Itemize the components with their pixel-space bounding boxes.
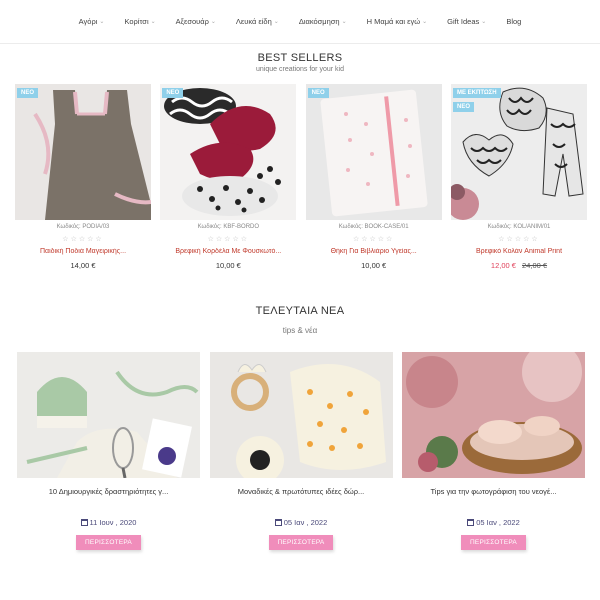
chevron-down-icon: ⌄: [422, 19, 428, 25]
chevron-down-icon: ⌄: [99, 19, 105, 25]
newborn-photo-image: [402, 352, 585, 478]
product-card[interactable]: ΜΕ ΕΚΠΤΩΣΗ ΝΕΟ Κωδικός: KOL/ANIM/01 ☆☆☆☆…: [450, 84, 587, 270]
rating-stars: ☆☆☆☆☆: [352, 236, 395, 243]
product-card[interactable]: ΝΕΟ Κωδικός: BOOK-CASE/01 ☆☆☆☆☆ Θήκη Για…: [305, 84, 442, 270]
kids-cooking-image: [17, 352, 200, 478]
news-title: ΤΕΛΕΥΤΑΙΑ ΝΕΑ: [255, 305, 345, 317]
product-code: Κωδικός: PODIA/03: [56, 224, 110, 230]
bestsellers-title: BEST SELLERS: [257, 52, 343, 64]
nav-label: Blog: [506, 17, 522, 26]
nav-label: Gift Ideas: [447, 17, 480, 26]
post-date: 11 Ιουν , 2020: [17, 518, 200, 527]
price-value: 14,00 €: [70, 261, 96, 270]
product-price: 14,00 €: [15, 261, 151, 270]
news-subtitle: tips & νέα: [282, 326, 318, 335]
product-code: Κωδικός: KOL/ANIM/01: [487, 224, 551, 230]
post-title[interactable]: Μοναδικές & πρωτότυπες ιδέες δώρ...: [210, 487, 393, 496]
blog-post: Tips για την φωτογράφιση του νεογέ... 05…: [402, 352, 585, 550]
product-name[interactable]: Βρεφική Κορδέλα Με Φουσκωτό...: [160, 248, 296, 255]
product-image[interactable]: ΜΕ ΕΚΠΤΩΣΗ ΝΕΟ: [450, 84, 587, 220]
nav-item-blog[interactable]: Blog: [496, 17, 531, 26]
post-image[interactable]: [402, 352, 585, 478]
bestsellers-subtitle: unique creations for your kid: [256, 66, 344, 73]
read-more-button[interactable]: ΠΕΡΙΣΣΟΤΕΡΑ: [76, 535, 141, 550]
product-name[interactable]: Θήκη Για Βιβλιάριο Υγείας...: [306, 248, 442, 255]
product-card[interactable]: ΝΕΟ Κωδικός: KBF-BORDO ☆☆☆☆☆ Βρεφική Κορ…: [160, 84, 297, 270]
new-badge: ΝΕΟ: [162, 88, 184, 98]
post-title[interactable]: 10 Δημιουργικές δραστηριότητες γ...: [17, 487, 200, 496]
read-more-button[interactable]: ΠΕΡΙΣΣΟΤΕΡΑ: [461, 535, 526, 550]
post-date-text: 11 Ιουν , 2020: [89, 518, 137, 527]
chevron-down-icon: ⌄: [210, 19, 216, 25]
post-image[interactable]: [17, 352, 200, 478]
main-navigation: Αγόρι ⌄ Κορίτσι ⌄ Αξεσουάρ ⌄ Λευκά είδη ⌄ Δι…: [0, 0, 600, 44]
post-title[interactable]: Tips για την φωτογράφιση του νεογέ...: [402, 487, 585, 496]
product-image[interactable]: ΝΕΟ: [15, 84, 151, 220]
nav-item-girl[interactable]: Κορίτσι ⌄: [114, 17, 165, 26]
chevron-down-icon: ⌄: [150, 19, 156, 25]
blog-post: Μοναδικές & πρωτότυπες ιδέες δώρ... 05 Ι…: [209, 352, 393, 550]
post-date: 05 Ιαν , 2022: [210, 518, 393, 527]
nav-item-linens[interactable]: Λευκά είδη ⌄: [226, 17, 289, 26]
blog-post: 10 Δημιουργικές δραστηριότητες γ... 11 Ι…: [17, 352, 200, 550]
nav-label: Διακόσμηση: [298, 17, 340, 26]
old-price: 24,00 €: [522, 261, 548, 270]
rating-stars: ☆☆☆☆☆: [498, 236, 540, 243]
price-value: 10,00 €: [215, 261, 241, 270]
product-name[interactable]: Παιδική Ποδιά Μαγειρικής...: [15, 248, 151, 255]
post-date-text: 05 Ιαν , 2022: [283, 518, 328, 527]
product-code: Κωδικός: KBF-BORDO: [197, 224, 260, 230]
nav-item-decoration[interactable]: Διακόσμηση ⌄: [289, 17, 357, 26]
product-price: 10,00 €: [306, 261, 442, 270]
product-card[interactable]: ΝΕΟ Κωδικός: PODIA/03 ☆☆☆☆☆ Παιδική Ποδι…: [15, 84, 151, 270]
product-code: Κωδικός: BOOK-CASE/01: [338, 224, 409, 230]
post-image[interactable]: [209, 352, 393, 478]
apron-image: [15, 84, 151, 220]
nav-item-mom-and-me[interactable]: Η Μαμά και εγώ ⌄: [357, 17, 438, 26]
chevron-down-icon: ⌄: [341, 19, 347, 25]
nav-item-boy[interactable]: Αγόρι ⌄: [69, 17, 115, 26]
nav-label: Κορίτσι: [124, 17, 149, 26]
nav-label: Λευκά είδη: [235, 17, 272, 26]
new-badge: ΝΕΟ: [17, 88, 39, 98]
nav-label: Αγόρι: [78, 17, 98, 26]
sale-price: 12,00 €: [490, 261, 516, 270]
nav-label: Η Μαμά και εγώ: [366, 17, 421, 26]
product-image[interactable]: ΝΕΟ: [305, 84, 442, 220]
product-grid: ΝΕΟ Κωδικός: PODIA/03 ☆☆☆☆☆ Παιδική Ποδι…: [15, 84, 587, 270]
rating-stars: ☆☆☆☆☆: [207, 236, 250, 243]
product-name[interactable]: Βρεφικό Κολάν Animal Print: [451, 248, 587, 255]
read-more-button[interactable]: ΠΕΡΙΣΣΟΤΕΡΑ: [268, 535, 334, 550]
rating-stars: ☆☆☆☆☆: [62, 236, 104, 243]
nav-label: Αξεσουάρ: [175, 17, 209, 26]
new-badge: ΝΕΟ: [307, 88, 329, 98]
headbands-image: [160, 84, 297, 220]
product-image[interactable]: ΝΕΟ: [160, 84, 297, 220]
calendar-icon: [274, 519, 282, 526]
product-price: 12,00 € 24,00 €: [451, 261, 587, 270]
nav-item-accessories[interactable]: Αξεσουάρ ⌄: [166, 17, 226, 26]
post-date: 05 Ιαν , 2022: [402, 518, 585, 527]
gift-ideas-image: [209, 352, 393, 478]
calendar-icon: [467, 519, 475, 526]
chevron-down-icon: ⌄: [481, 19, 487, 25]
new-badge: ΝΕΟ: [452, 102, 474, 112]
price-value: 10,00 €: [361, 261, 387, 270]
sale-badge: ΜΕ ΕΚΠΤΩΣΗ: [452, 88, 501, 98]
post-date-text: 05 Ιαν , 2022: [476, 518, 520, 527]
product-price: 10,00 €: [160, 261, 296, 270]
blog-posts: 10 Δημιουργικές δραστηριότητες γ... 11 Ι…: [17, 352, 585, 550]
book-case-image: [305, 84, 442, 220]
nav-item-gift-ideas[interactable]: Gift Ideas ⌄: [437, 17, 496, 26]
chevron-down-icon: ⌄: [273, 19, 279, 25]
calendar-icon: [80, 519, 88, 526]
